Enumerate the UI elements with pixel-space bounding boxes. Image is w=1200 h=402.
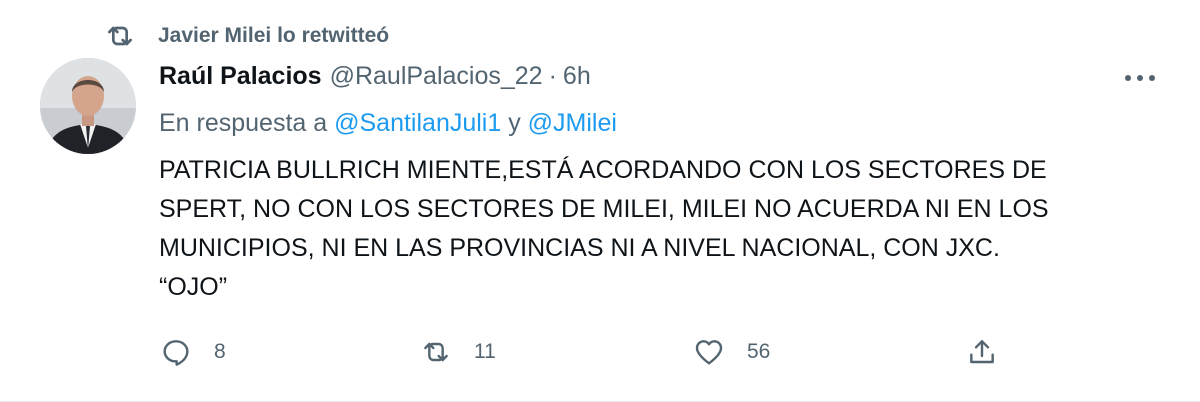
tweet-text: PATRICIA BULLRICH MIENTE,ESTÁ ACORDANDO … (159, 151, 1159, 307)
reply-count: 8 (214, 340, 226, 363)
more-dots-icon (1125, 75, 1155, 81)
reply-to: En respuesta a @SantilanJuli1 y @JMilei (159, 109, 617, 138)
tweet-text-line: MUNICIPIOS, NI EN LAS PROVINCIAS NI A NI… (159, 234, 1000, 262)
author-handle[interactable]: @RaulPalacios_22 (330, 62, 543, 91)
timestamp[interactable]: 6h (563, 62, 591, 91)
retweet-icon (424, 342, 448, 362)
retweet-context-label[interactable]: Javier Milei lo retwitteó (158, 24, 389, 48)
share-button[interactable] (966, 336, 1020, 368)
action-bar: 8 11 56 (0, 330, 1200, 374)
reply-button[interactable]: 8 (160, 336, 226, 368)
heart-icon (695, 340, 723, 365)
author-name[interactable]: Raúl Palacios (159, 62, 322, 91)
like-count: 56 (747, 340, 771, 363)
reply-joiner: y (508, 109, 521, 137)
retweet-icon (108, 26, 132, 46)
tweet-text-line: “OJO” (159, 273, 228, 301)
retweet-button[interactable]: 11 (420, 336, 496, 368)
more-options-button[interactable] (1120, 62, 1160, 94)
reply-prefix: En respuesta a (159, 109, 328, 137)
separator: · (548, 62, 557, 90)
tweet-text-line: SPERT, NO CON LOS SECTORES DE MILEI, MIL… (159, 195, 1049, 223)
like-button[interactable]: 56 (693, 336, 770, 368)
retweet-context: Javier Milei lo retwitteó (104, 20, 389, 52)
tweet-header: Raúl Palacios @RaulPalacios_22 · 6h (159, 62, 591, 91)
avatar[interactable] (40, 58, 136, 154)
mention-link[interactable]: @SantilanJuli1 (334, 109, 501, 137)
share-icon (970, 340, 994, 364)
mention-link[interactable]: @JMilei (528, 109, 617, 137)
tweet-text-line: PATRICIA BULLRICH MIENTE,ESTÁ ACORDANDO … (159, 156, 1047, 184)
tweet-card[interactable]: Javier Milei lo retwitteó Raúl Palacios … (0, 0, 1200, 402)
retweet-count: 11 (474, 340, 496, 363)
reply-icon (163, 340, 189, 366)
